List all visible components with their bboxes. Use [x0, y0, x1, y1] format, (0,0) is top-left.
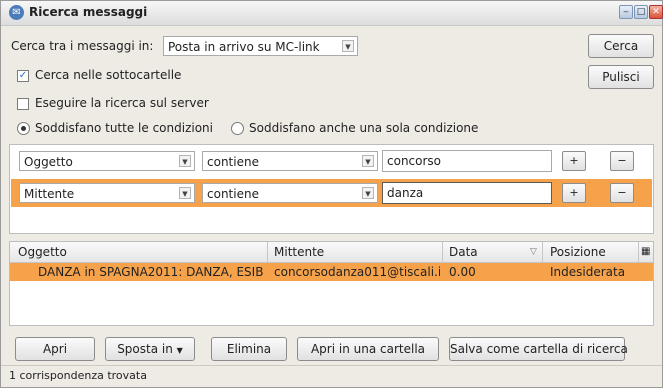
- move-to-label: Sposta in: [117, 342, 173, 356]
- open-in-folder-button[interactable]: Apri in una cartella: [297, 337, 439, 361]
- search-messages-window: ✉ Ricerca messaggi ‒ □ ✕ Cerca tra i mes…: [0, 0, 663, 388]
- open-button[interactable]: Apri: [15, 337, 95, 361]
- row-date: 0.00: [449, 265, 476, 279]
- column-divider: [638, 242, 639, 262]
- close-icon[interactable]: ✕: [649, 5, 663, 19]
- add-condition-button[interactable]: +: [562, 151, 586, 171]
- results-header: Oggetto Mittente Data ▽ Posizione ▦: [10, 242, 653, 263]
- column-divider: [267, 242, 268, 262]
- column-header-sender[interactable]: Mittente: [274, 245, 324, 259]
- match-all-radio[interactable]: [17, 122, 30, 135]
- app-icon: ✉: [9, 5, 24, 20]
- condition-field-value: Mittente: [24, 187, 75, 201]
- column-divider: [542, 242, 543, 262]
- save-as-search-folder-button[interactable]: Salva come cartella di ricerca: [449, 337, 628, 361]
- row-subject: DANZA in SPAGNA2011: DANZA, ESIBIZI...: [38, 265, 264, 279]
- maximize-icon[interactable]: □: [634, 5, 648, 19]
- match-any-label: Soddisfano anche una sola condizione: [249, 121, 479, 135]
- row-location: Indesiderata: [550, 265, 626, 279]
- minimize-icon[interactable]: ‒: [619, 5, 633, 19]
- delete-button[interactable]: Elimina: [211, 337, 287, 361]
- conditions-panel: Oggetto ▼ contiene ▼ concorso + − Mitten…: [9, 144, 654, 234]
- sort-filter-icon[interactable]: ▽: [530, 247, 537, 257]
- server-search-label: Eseguire la ricerca sul server: [35, 96, 209, 110]
- condition-operator-select[interactable]: contiene ▼: [202, 151, 378, 171]
- condition-value-input[interactable]: danza: [382, 182, 552, 204]
- condition-value-input[interactable]: concorso: [382, 150, 552, 172]
- status-bar-text: 1 corrispondenza trovata: [9, 369, 147, 382]
- chevron-down-icon: ▼: [362, 187, 374, 199]
- match-all-label: Soddisfano tutte le condizioni: [35, 121, 213, 135]
- chevron-down-icon: ▼: [179, 155, 191, 167]
- column-header-subject[interactable]: Oggetto: [18, 245, 67, 259]
- clear-button[interactable]: Pulisci: [588, 65, 654, 89]
- remove-condition-button[interactable]: −: [610, 183, 634, 203]
- chevron-down-icon: ▼: [179, 187, 191, 199]
- condition-value-text: danza: [387, 186, 424, 200]
- remove-condition-button[interactable]: −: [610, 151, 634, 171]
- search-button[interactable]: Cerca: [588, 34, 654, 58]
- condition-operator-value: contiene: [207, 155, 259, 169]
- row-sender: concorsodanza011@tiscali.it: [274, 265, 440, 279]
- condition-operator-value: contiene: [207, 187, 259, 201]
- chevron-down-icon: ▼: [176, 346, 183, 355]
- chevron-down-icon: ▼: [342, 40, 354, 52]
- subfolders-label: Cerca nelle sottocartelle: [35, 68, 182, 82]
- column-header-location[interactable]: Posizione: [550, 245, 606, 259]
- column-picker-icon[interactable]: ▦: [641, 246, 650, 257]
- condition-operator-select[interactable]: contiene ▼: [202, 183, 378, 203]
- condition-field-value: Oggetto: [24, 155, 73, 169]
- chevron-down-icon: ▼: [362, 155, 374, 167]
- condition-value-text: concorso: [387, 154, 442, 168]
- condition-field-select[interactable]: Mittente ▼: [19, 183, 195, 203]
- add-condition-button[interactable]: +: [562, 183, 586, 203]
- match-any-radio[interactable]: [231, 122, 244, 135]
- status-divider: [1, 365, 662, 366]
- move-to-button[interactable]: Sposta in ▼: [105, 337, 195, 361]
- column-header-date[interactable]: Data: [449, 245, 478, 259]
- results-list: Oggetto Mittente Data ▽ Posizione ▦ DANZ…: [9, 241, 654, 326]
- subfolders-checkbox[interactable]: ✓: [17, 70, 29, 82]
- table-row[interactable]: DANZA in SPAGNA2011: DANZA, ESIBIZI... c…: [10, 263, 653, 281]
- server-search-checkbox[interactable]: [17, 98, 29, 110]
- condition-field-select[interactable]: Oggetto ▼: [19, 151, 195, 171]
- window-title: Ricerca messaggi: [29, 5, 148, 19]
- column-divider: [442, 242, 443, 262]
- search-in-select[interactable]: Posta in arrivo su MC-link ▼: [163, 36, 358, 56]
- search-in-value: Posta in arrivo su MC-link: [168, 40, 320, 54]
- search-in-label: Cerca tra i messaggi in:: [11, 39, 154, 53]
- title-bar: ✉ Ricerca messaggi ‒ □ ✕: [1, 1, 663, 26]
